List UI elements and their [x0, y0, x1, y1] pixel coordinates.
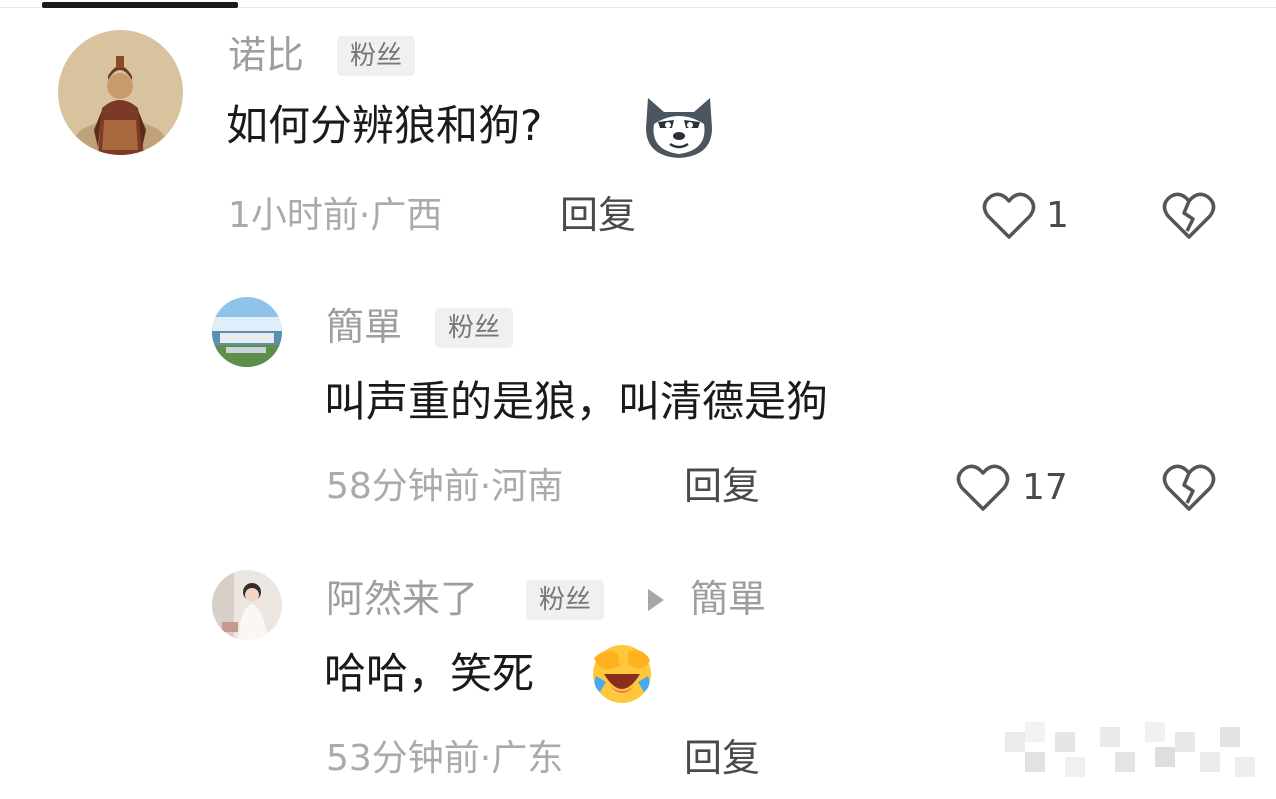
fan-badge: 粉丝 [526, 580, 605, 620]
commenter-name[interactable]: 诺比 [228, 33, 304, 77]
reply-button[interactable]: 回复 [684, 736, 760, 780]
heart-outline-icon[interactable] [982, 191, 1036, 245]
reply-button[interactable]: 回复 [560, 193, 636, 237]
commenter-name[interactable]: 簡單 [326, 305, 402, 349]
reply-button[interactable]: 回复 [684, 464, 760, 508]
mosaic-watermark [1005, 712, 1267, 790]
like-count: 17 [1022, 467, 1068, 508]
reply-target-name[interactable]: 簡單 [690, 577, 766, 621]
wolf-face-emoji [642, 94, 716, 164]
comment-text: 叫声重的是狼，叫清德是狗 [324, 377, 829, 426]
fan-badge: 粉丝 [337, 36, 416, 76]
heart-outline-icon[interactable] [956, 463, 1010, 517]
active-tab-indicator [42, 2, 238, 8]
avatar[interactable] [212, 570, 282, 640]
comment-text: 如何分辨狼和狗? [226, 101, 543, 150]
avatar[interactable] [212, 297, 282, 367]
fan-badge: 粉丝 [435, 308, 514, 348]
comment-meta: 1小时前·广西 [228, 195, 443, 236]
commenter-name[interactable]: 阿然来了 [326, 577, 478, 621]
laughing-crying-emoji [584, 640, 656, 710]
comment-text: 哈哈，笑死 [324, 649, 535, 698]
broken-heart-icon[interactable] [1162, 191, 1216, 245]
play-arrow-icon [646, 587, 666, 617]
top-tab-strip [0, 0, 1276, 8]
comment-meta: 58分钟前·河南 [326, 466, 564, 507]
avatar[interactable] [58, 30, 183, 155]
broken-heart-icon[interactable] [1162, 463, 1216, 517]
like-count: 1 [1046, 195, 1069, 236]
comment-meta: 53分钟前·广东 [326, 738, 564, 779]
